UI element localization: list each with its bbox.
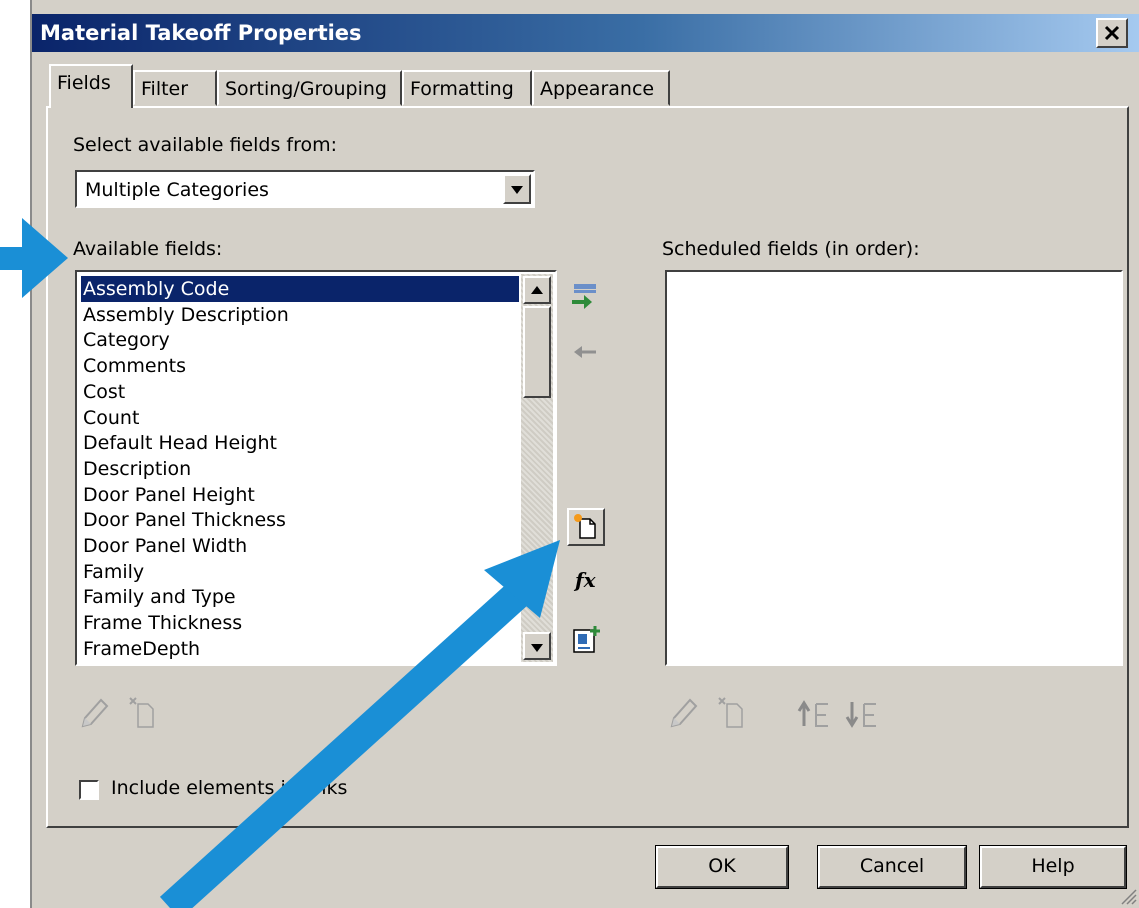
list-item[interactable]: Default Head Height [81, 430, 519, 456]
close-button[interactable] [1096, 18, 1128, 48]
scroll-thumb[interactable] [523, 306, 551, 398]
source-label: Select available fields from: [73, 134, 338, 156]
list-item[interactable]: Category [81, 327, 519, 353]
tab-fields[interactable]: Fields [49, 64, 133, 108]
scheduled-fields-list[interactable] [665, 270, 1123, 666]
title-bar[interactable]: Material Takeoff Properties [32, 14, 1139, 52]
list-item[interactable]: Door Panel Thickness [81, 507, 519, 533]
delete-parameter-icon[interactable] [126, 696, 160, 730]
chevron-down-icon [511, 186, 523, 194]
add-parameter-button[interactable] [567, 508, 605, 546]
edit-pencil-icon[interactable] [666, 696, 700, 730]
move-up-icon[interactable] [796, 698, 834, 730]
list-item[interactable]: Family and Type [81, 584, 519, 610]
list-item[interactable]: Frame Thickness [81, 610, 519, 636]
list-item[interactable]: Door Panel Height [81, 482, 519, 508]
list-item[interactable]: Count [81, 405, 519, 431]
cancel-button[interactable]: Cancel [817, 845, 967, 889]
tab-filter-label: Filter [141, 78, 189, 100]
dropdown-arrow-button[interactable] [503, 174, 531, 204]
resize-grip-icon[interactable] [1118, 886, 1138, 906]
delete-parameter-icon[interactable] [715, 696, 749, 730]
dialog-window: Material Takeoff Properties Fields Filte… [30, 0, 1139, 908]
move-down-icon[interactable] [844, 698, 882, 730]
cancel-button-label: Cancel [859, 855, 925, 877]
available-fields-label: Available fields: [73, 238, 223, 260]
help-button[interactable]: Help [979, 845, 1127, 889]
scroll-down-button[interactable] [523, 632, 551, 660]
category-dropdown[interactable]: Multiple Categories [75, 170, 535, 208]
edit-pencil-icon[interactable] [77, 696, 111, 730]
tab-fields-label: Fields [57, 72, 111, 94]
tab-formatting[interactable]: Formatting [402, 70, 532, 106]
new-parameter-icon [574, 514, 596, 539]
remove-field-icon[interactable] [570, 340, 600, 364]
scroll-up-button[interactable] [523, 276, 551, 304]
tab-appearance[interactable]: Appearance [532, 70, 670, 106]
list-scrollbar[interactable] [521, 274, 553, 662]
chevron-up-icon [531, 286, 543, 294]
tab-sorting-grouping[interactable]: Sorting/Grouping [217, 70, 402, 106]
combine-parameters-icon[interactable] [570, 624, 602, 656]
available-fields-list[interactable]: Assembly Code Assembly Description Categor… [75, 270, 557, 666]
tab-filter[interactable]: Filter [133, 70, 217, 106]
tab-formatting-label: Formatting [410, 78, 514, 100]
scheduled-fields-label: Scheduled fields (in order): [662, 238, 920, 260]
add-field-icon[interactable] [570, 282, 600, 312]
list-item[interactable]: Assembly Code [81, 276, 519, 302]
include-links-label: Include elements in links [111, 777, 348, 799]
close-icon [1104, 25, 1120, 41]
list-item[interactable]: Cost [81, 379, 519, 405]
list-item[interactable]: Comments [81, 353, 519, 379]
calculated-value-icon[interactable]: fx [575, 568, 596, 592]
list-item[interactable]: Door Panel Width [81, 533, 519, 559]
help-button-label: Help [1031, 855, 1075, 877]
list-item[interactable]: Assembly Description [81, 302, 519, 328]
list-item[interactable]: Family [81, 559, 519, 585]
list-item[interactable]: FrameDepth [81, 636, 519, 662]
list-item[interactable]: Description [81, 456, 519, 482]
include-links-checkbox[interactable] [79, 780, 99, 800]
chevron-down-icon [531, 644, 543, 652]
window-title: Material Takeoff Properties [40, 21, 362, 45]
tab-sorting-label: Sorting/Grouping [225, 78, 387, 100]
tab-appearance-label: Appearance [540, 78, 655, 100]
category-dropdown-value: Multiple Categories [85, 179, 269, 201]
ok-button-label: OK [708, 855, 736, 877]
ok-button[interactable]: OK [655, 845, 789, 889]
